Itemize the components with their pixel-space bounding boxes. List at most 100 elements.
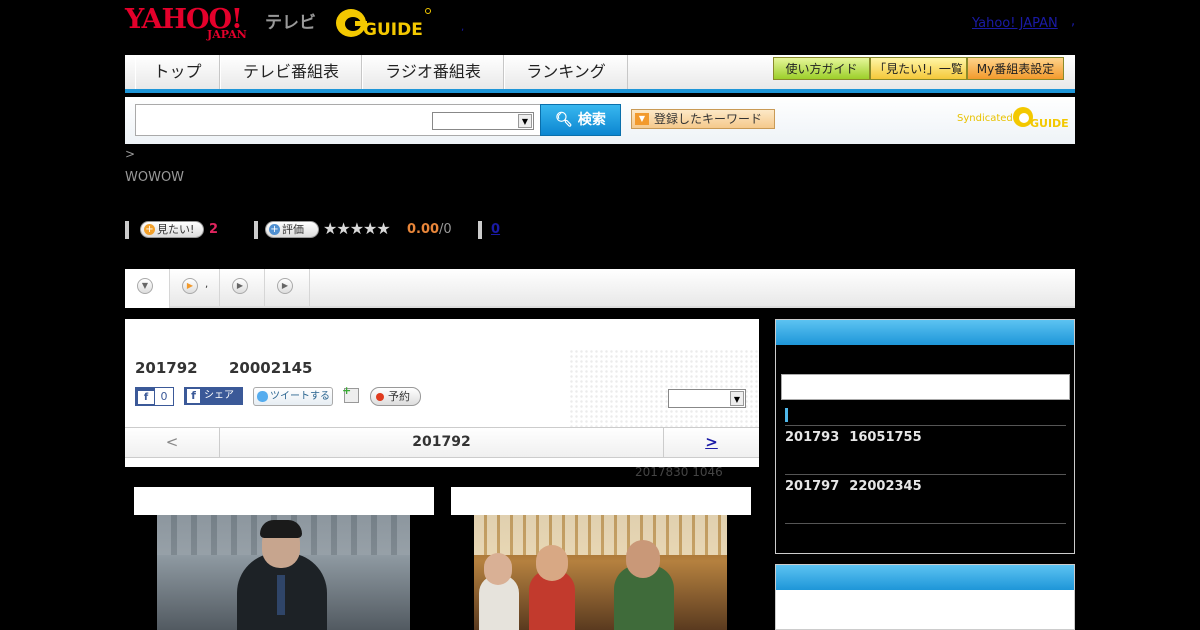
review-count-link[interactable]: 0 [491, 222, 500, 237]
header-separator: , [461, 22, 465, 33]
mitai-label: 見たい! [157, 223, 195, 236]
gguide-small-logo-text: GUIDE [1030, 117, 1069, 130]
sidebar-box-header [776, 320, 1074, 345]
list-item-time: 16051755 [849, 430, 922, 445]
tv-label[interactable]: テレビ [265, 8, 316, 33]
program-info-panel: 201792 20002145 f 0 f シェア ツイートする + 予約 ▼ … [125, 319, 759, 467]
program-card[interactable] [451, 487, 751, 630]
registered-keywords-button[interactable]: ▼ 登録したキーワード [631, 109, 775, 129]
rating-count: /0 [439, 222, 452, 237]
tweet-label: ツイートする [270, 391, 330, 402]
nav-item-top[interactable]: トップ [135, 55, 220, 89]
nav-item-tv-schedule[interactable]: テレビ番組表 [220, 55, 362, 89]
pager-prev[interactable]: < [125, 428, 220, 457]
breadcrumb[interactable]: > [125, 147, 135, 161]
registered-keywords-label: 登録したキーワード [654, 112, 763, 126]
tab-2[interactable]: ▶ , [170, 269, 220, 306]
list-item[interactable]: 201797 22002345 [785, 479, 922, 494]
my-schedule-settings-button[interactable]: My番組表設定 [967, 57, 1064, 80]
syndicated-label: Syndicated [957, 113, 1013, 124]
page: YAHOO! JAPAN テレビ GUIDE , Yahoo! JAPAN , … [0, 0, 1200, 630]
search-button-label: 検索 [577, 112, 606, 128]
divider [478, 221, 482, 239]
gguide-small-logo: GUIDE [1013, 107, 1069, 130]
mitai-button[interactable]: + 見たい! [140, 221, 204, 238]
option-select[interactable]: ▼ [668, 389, 746, 408]
tweet-button[interactable]: ツイートする [253, 387, 333, 406]
broadcast-time: 20002145 [229, 359, 313, 377]
date-pager: < 201792 > [125, 427, 759, 458]
gguide-logo-text: GUIDE [363, 20, 423, 40]
twitter-bird-icon [257, 391, 268, 402]
rating-stars: ★★★★★ [323, 219, 391, 238]
tab-4[interactable]: ▶ [265, 269, 310, 306]
record-dot-icon [376, 393, 384, 401]
pager-next[interactable]: > [663, 428, 759, 457]
tab-detail[interactable]: ▼ [125, 269, 170, 308]
play-icon: ▶ [232, 278, 248, 294]
play-icon: ▶ [277, 278, 293, 294]
usage-guide-button[interactable]: 使い方ガイド [773, 57, 870, 80]
search-bar: ▼ 🔍︎ 検索 ▼ 登録したキーワード Syndicated GUIDE [125, 97, 1075, 144]
sidebar-input[interactable] [781, 374, 1070, 400]
syndicated-gguide-logo: Syndicated GUIDE [957, 103, 1069, 131]
program-card[interactable] [134, 487, 434, 630]
chevron-down-icon: ▼ [518, 114, 532, 128]
channel-name: WOWOW [125, 170, 185, 185]
header-link-separator: , [1071, 14, 1076, 29]
play-icon: ▶ [182, 278, 198, 294]
pager-current-date: 201792 [412, 434, 471, 450]
divider [785, 425, 1066, 426]
facebook-icon: f [138, 391, 154, 404]
facebook-share-label: シェア [204, 390, 234, 401]
yahoo-japan-link[interactable]: Yahoo! JAPAN [972, 16, 1058, 31]
rating-score: 0.00 [407, 222, 440, 237]
tab-3[interactable]: ▶ [220, 269, 265, 306]
facebook-share-button[interactable]: f シェア [184, 387, 243, 405]
chevron-down-icon: ▼ [730, 391, 744, 406]
divider [254, 221, 258, 239]
rate-button[interactable]: + 評価 [265, 221, 319, 238]
broadcast-date: 201792 [135, 359, 198, 377]
plus-icon: + [144, 224, 155, 235]
gguide-logo[interactable]: GUIDE [335, 5, 431, 41]
facebook-like-count: 0 [154, 387, 174, 406]
reserve-button[interactable]: 予約 [370, 387, 421, 406]
mitai-list-button[interactable]: 「見たい!」一覧 [870, 57, 967, 80]
last-updated: 2017830 1046 [635, 465, 723, 479]
divider [785, 474, 1066, 475]
main-nav: トップ テレビ番組表 ラジオ番組表 ランキング 使い方ガイド 「見たい!」一覧 … [125, 55, 1075, 93]
divider [125, 221, 129, 239]
facebook-like-button[interactable]: f 0 [135, 387, 174, 406]
sidebar-box-header [776, 565, 1074, 590]
tab-label: , [205, 279, 209, 290]
search-button[interactable]: 🔍︎ 検索 [540, 104, 621, 136]
program-image[interactable] [157, 515, 410, 630]
facebook-icon: f [187, 389, 200, 403]
list-item[interactable]: 201793 16051755 [785, 430, 922, 445]
plus-icon: + [269, 224, 280, 235]
list-item-date: 201797 [785, 479, 840, 494]
sidebar-accent-bar [785, 408, 788, 422]
list-item-date: 201793 [785, 430, 840, 445]
program-tabs: ▼ ▶ , ▶ ▶ [125, 269, 1075, 308]
japan-logo-text: JAPAN [207, 28, 247, 41]
add-calendar-icon[interactable]: + [342, 384, 359, 403]
list-item-time: 22002345 [849, 479, 922, 494]
program-image[interactable] [474, 515, 727, 630]
reserve-label: 予約 [388, 390, 410, 403]
chevron-down-icon: ▼ [137, 278, 153, 294]
nav-item-radio-schedule[interactable]: ラジオ番組表 [362, 55, 504, 89]
sidebar-box-2 [775, 564, 1075, 630]
yahoo-japan-logo[interactable]: YAHOO! JAPAN [125, 6, 261, 42]
rate-label: 評価 [282, 223, 304, 236]
search-category-select[interactable]: ▼ [432, 112, 534, 130]
divider [785, 523, 1066, 524]
card-title [134, 487, 434, 515]
search-icon: 🔍︎ [555, 112, 573, 128]
mitai-count: 2 [209, 222, 219, 237]
card-title [451, 487, 751, 515]
dropdown-triangle-icon: ▼ [635, 113, 649, 125]
sidebar-broadcast-box: 201793 16051755 201797 22002345 [775, 319, 1075, 554]
nav-item-ranking[interactable]: ランキング [504, 55, 628, 89]
